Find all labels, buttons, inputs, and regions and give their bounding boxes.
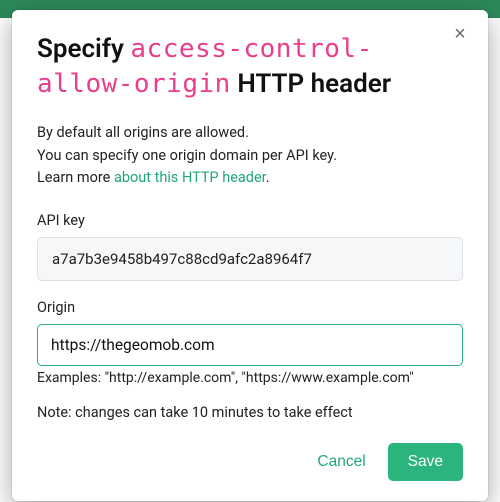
desc-line-1: By default all origins are allowed. (37, 124, 249, 141)
acao-modal: × Specify access-control-allow-origin HT… (12, 10, 488, 501)
modal-note: Note: changes can take 10 minutes to tak… (37, 404, 463, 421)
close-icon: × (454, 23, 466, 46)
modal-title: Specify access-control-allow-origin HTTP… (37, 32, 463, 102)
learn-more-prefix: Learn more (37, 169, 114, 186)
close-button[interactable]: × (448, 22, 472, 46)
api-key-value: a7a7b3e9458b497c88cd9afc2a8964f7 (37, 237, 463, 281)
api-key-label: API key (37, 212, 463, 229)
origin-input[interactable] (37, 324, 463, 366)
modal-footer: Cancel Save (37, 443, 463, 481)
desc-line-2: You can specify one origin domain per AP… (37, 147, 337, 164)
learn-more-link[interactable]: about this HTTP header (114, 169, 266, 186)
title-prefix: Specify (37, 34, 124, 64)
origin-label: Origin (37, 299, 463, 316)
learn-more-suffix: . (266, 169, 270, 186)
modal-description: By default all origins are allowed. You … (37, 122, 463, 189)
origin-examples: Examples: "http://example.com", "https:/… (37, 370, 463, 386)
title-suffix: HTTP header (237, 69, 391, 99)
save-button[interactable]: Save (388, 443, 463, 481)
cancel-button[interactable]: Cancel (313, 445, 369, 479)
